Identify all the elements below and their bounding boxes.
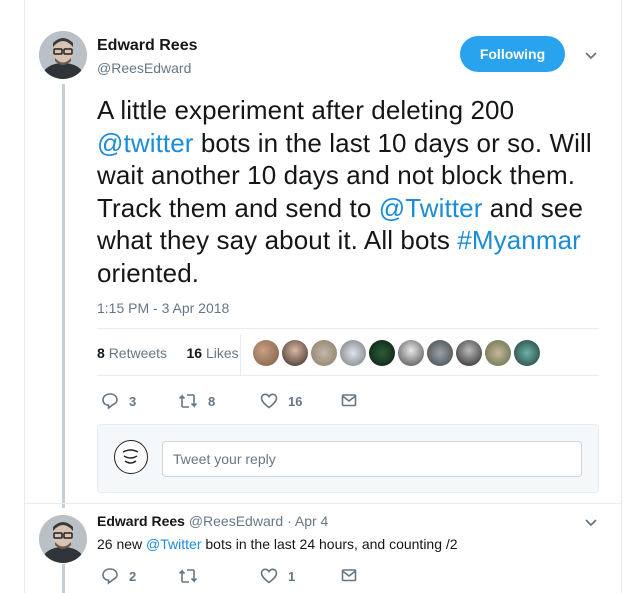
author-handle[interactable]: @ReesEdward (97, 60, 191, 76)
tweet-text-part: oriented. (97, 257, 200, 288)
like-count: 1 (288, 568, 296, 584)
divider (24, 503, 622, 504)
reply-count: 2 (129, 568, 137, 584)
retweet-action[interactable] (178, 567, 208, 585)
tweet-date[interactable]: · Apr 4 (287, 513, 328, 529)
retweets-count[interactable]: 8 (97, 345, 105, 361)
tweet-text-part: 26 new (97, 536, 147, 552)
reply-tweet-text: 26 new @Twitter bots in the last 24 hour… (97, 536, 458, 552)
thread-line (62, 84, 65, 508)
retweet-icon (178, 394, 198, 408)
retweets-label[interactable]: Retweets (109, 345, 167, 361)
tweet-text-part: bots in the last 24 hours, and counting … (201, 536, 458, 552)
liker-avatar[interactable] (369, 340, 395, 366)
reply-count: 3 (129, 393, 137, 409)
heart-icon (260, 393, 278, 409)
chevron-down-icon[interactable] (584, 51, 598, 61)
liker-avatar[interactable] (311, 340, 337, 366)
mention-link[interactable]: @twitter (97, 128, 194, 158)
hashtag-link[interactable]: #Myanmar (457, 225, 581, 255)
liker-avatar[interactable] (253, 340, 279, 366)
like-count: 16 (288, 393, 303, 409)
tweet-card (24, 0, 622, 593)
liker-avatar[interactable] (427, 340, 453, 366)
retweet-icon (178, 569, 198, 583)
liker-avatar[interactable] (340, 340, 366, 366)
liker-avatar[interactable] (485, 340, 511, 366)
likes-count[interactable]: 16 (187, 345, 203, 361)
following-button[interactable]: Following (460, 36, 565, 72)
heart-icon (260, 568, 278, 584)
avatar[interactable] (39, 515, 87, 563)
reply-placeholder: Tweet your reply (173, 451, 276, 467)
tweet-timestamp[interactable]: 1:15 PM - 3 Apr 2018 (97, 300, 229, 316)
liker-avatars (253, 340, 543, 366)
liker-avatar[interactable] (282, 340, 308, 366)
liker-avatar[interactable] (398, 340, 424, 366)
reply-tweet-header: Edward Rees @ReesEdward · Apr 4 (97, 513, 328, 529)
thread-line (62, 564, 65, 593)
like-action[interactable]: 1 (260, 567, 295, 585)
mention-link[interactable]: @Twitter (146, 536, 201, 552)
author-handle[interactable]: @ReesEdward (189, 513, 283, 529)
reply-action[interactable]: 2 (101, 567, 136, 585)
engagement-stats: 8 Retweets 16 Likes (97, 345, 239, 361)
user-logo-icon (122, 449, 139, 464)
liker-avatar[interactable] (514, 340, 540, 366)
like-action[interactable]: 16 (260, 392, 302, 410)
divider (97, 375, 599, 376)
liker-avatar[interactable] (456, 340, 482, 366)
dm-action[interactable] (341, 392, 367, 408)
divider (240, 335, 241, 375)
mention-link[interactable]: @Twitter (379, 193, 483, 223)
avatar[interactable] (39, 31, 87, 79)
chevron-down-icon[interactable] (584, 518, 598, 528)
reply-action[interactable]: 3 (101, 392, 136, 410)
reply-input[interactable]: Tweet your reply (162, 441, 582, 477)
dm-action[interactable] (341, 567, 367, 583)
tweet-text: A little experiment after deleting 200 @… (97, 94, 597, 289)
envelope-icon (341, 394, 357, 407)
user-avatar (114, 440, 148, 474)
retweet-count: 8 (208, 393, 216, 409)
retweet-action[interactable]: 8 (178, 392, 215, 410)
reply-icon (102, 568, 118, 585)
envelope-icon (341, 569, 357, 582)
reply-icon (102, 393, 118, 410)
author-name[interactable]: Edward Rees (97, 513, 185, 529)
likes-label[interactable]: Likes (206, 345, 239, 361)
author-name[interactable]: Edward Rees (97, 37, 197, 55)
tweet-text-part: A little experiment after deleting 200 (97, 95, 515, 125)
divider (97, 328, 599, 329)
